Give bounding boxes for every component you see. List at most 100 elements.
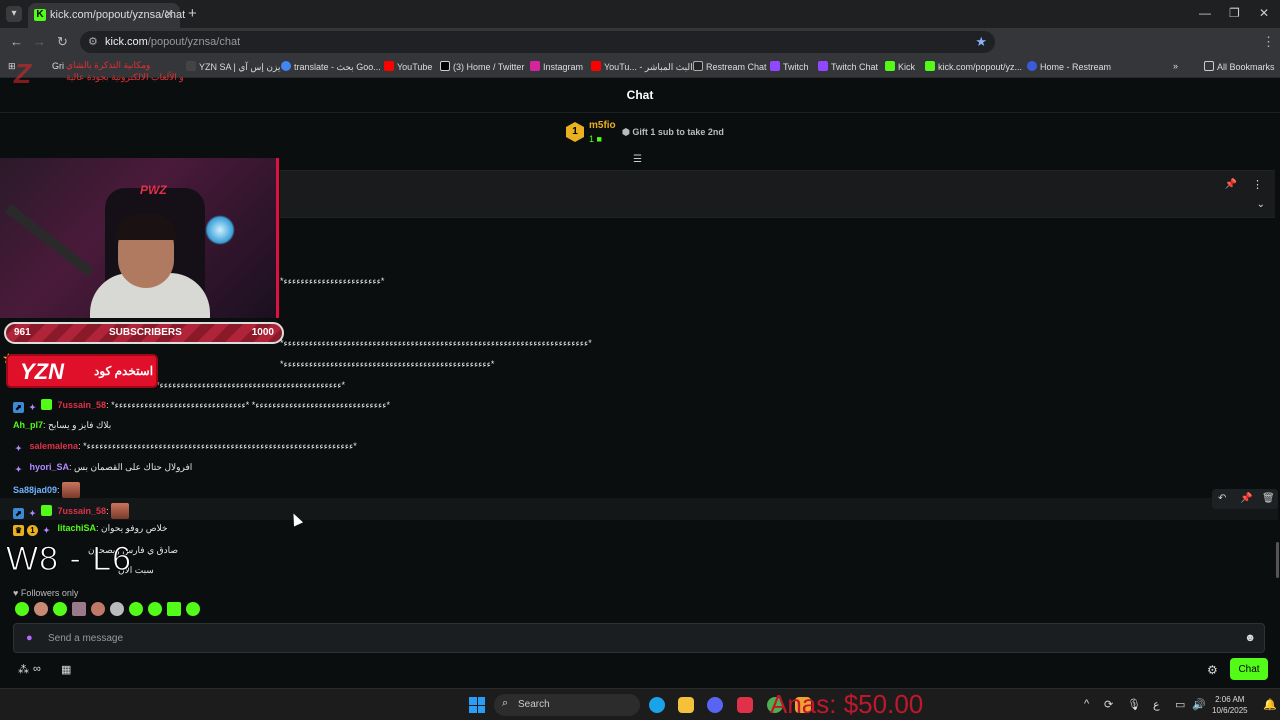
chat-username[interactable]: 7ussain_58 bbox=[58, 506, 107, 516]
settings-gear-icon[interactable]: ⚙ bbox=[1207, 663, 1218, 677]
windows-taskbar: ⌕ Search Anas: $50.00 ^ ⟳ 🎙 ع ▭ 🔊 2:06 A… bbox=[0, 688, 1280, 720]
taskbar-clock[interactable]: 2:06 AM 10/6/2025 bbox=[1212, 694, 1248, 716]
windows-start-icon[interactable] bbox=[469, 697, 485, 713]
bookmark-item[interactable]: Restream Chat bbox=[693, 61, 767, 72]
bookmarks-overflow-icon[interactable]: » bbox=[1173, 61, 1178, 71]
tray-overflow-icon[interactable]: ^ bbox=[1084, 698, 1089, 710]
mic-arm bbox=[4, 204, 94, 277]
bookmark-item[interactable]: translate - بحث Goo... bbox=[281, 61, 381, 73]
new-tab-icon[interactable]: + bbox=[188, 5, 197, 22]
bookmark-item[interactable]: Twitch bbox=[770, 61, 809, 72]
bookmark-item[interactable]: YouTube bbox=[384, 61, 432, 72]
emote-image bbox=[62, 482, 81, 498]
gifter-rank-badge: 1 bbox=[566, 122, 584, 142]
reply-icon[interactable]: ↶ bbox=[1218, 493, 1226, 504]
promo-code-banner: YZN استخدم كود bbox=[8, 356, 156, 386]
message-input[interactable]: ● Send a message ☻ bbox=[13, 623, 1265, 653]
volume-icon[interactable]: 🔊 bbox=[1192, 698, 1206, 711]
chat-username[interactable]: salemalena bbox=[30, 441, 79, 451]
pinned-message[interactable]: 📌 ⋮ ⌄ bbox=[280, 170, 1275, 218]
maximize-icon[interactable]: ❐ bbox=[1229, 6, 1240, 20]
clock-time: 2:06 AM bbox=[1215, 695, 1245, 704]
bookmark-item[interactable]: Instagram bbox=[530, 61, 583, 72]
pin-icon[interactable]: 📌 bbox=[1225, 179, 1237, 190]
instagram-icon bbox=[530, 61, 540, 71]
notification-bell-icon[interactable]: 🔔 bbox=[1263, 698, 1277, 711]
forward-icon[interactable]: → bbox=[33, 34, 46, 49]
emote-button[interactable] bbox=[167, 602, 181, 616]
emoji-icon[interactable]: ☻ bbox=[1244, 632, 1256, 644]
chevron-down-icon[interactable]: ⌄ bbox=[1257, 199, 1265, 210]
chat-message[interactable]: ✦ hyori_SA: افرولال حتاك على القصمان بس bbox=[13, 462, 192, 480]
bookmark-star-icon[interactable]: ★ bbox=[975, 34, 987, 50]
chat-username[interactable]: hyori_SA bbox=[30, 462, 70, 472]
bookmark-item[interactable]: Home - Restream bbox=[1027, 61, 1111, 72]
chat-message[interactable]: ♛ 1 ✦ litachiSA: خلاص روفو يحوان bbox=[13, 523, 168, 541]
chat-message[interactable]: Ah_pl7: بلاك فايز و يسابح bbox=[13, 420, 111, 438]
chat-message[interactable]: ✦ salemalena: *ﺀﺀﺀﺀﺀﺀﺀﺀﺀﺀﺀﺀﺀﺀﺀﺀﺀﺀﺀﺀﺀﺀﺀﺀﺀ… bbox=[13, 441, 357, 459]
promo-header-line: ومكانية التذكرة بالشاي bbox=[66, 60, 151, 70]
network-icon[interactable]: ▭ bbox=[1175, 698, 1185, 711]
reload-icon[interactable]: ↻ bbox=[57, 34, 68, 50]
emote-button[interactable] bbox=[72, 602, 86, 616]
send-chat-button[interactable]: Chat bbox=[1230, 658, 1268, 680]
emote-button[interactable] bbox=[53, 602, 67, 616]
bookmark-item[interactable]: kick.com/popout/yz... bbox=[925, 61, 1022, 72]
tab-search-icon[interactable]: ▾ bbox=[6, 6, 22, 22]
emote-button[interactable] bbox=[15, 602, 29, 616]
emote-button[interactable] bbox=[110, 602, 124, 616]
chat-username[interactable]: Ah_pl7 bbox=[13, 420, 43, 430]
emote-button[interactable] bbox=[34, 602, 48, 616]
delete-icon[interactable]: 🗑 bbox=[1262, 493, 1275, 504]
taskbar-search[interactable]: ⌕ Search bbox=[494, 694, 640, 716]
minimize-icon[interactable]: — bbox=[1199, 6, 1211, 20]
subscriber-badge-icon bbox=[41, 505, 52, 516]
browser-menu-icon[interactable]: ⋮ bbox=[1262, 34, 1275, 50]
window-close-icon[interactable]: ✕ bbox=[1259, 6, 1269, 20]
more-options-icon[interactable]: ⋮ bbox=[1252, 178, 1263, 191]
pin-message-icon[interactable]: 📌 bbox=[1240, 493, 1252, 504]
gift-sub-prompt[interactable]: ⬢ Gift 1 sub to take 2nd bbox=[622, 127, 724, 138]
emote-button[interactable] bbox=[186, 602, 200, 616]
url-input[interactable]: ⚙ kick.com/popout/yznsa/chat ★ bbox=[80, 31, 995, 53]
bookmark-item[interactable]: Kick bbox=[885, 61, 915, 72]
emote-button[interactable] bbox=[91, 602, 105, 616]
collapse-icon[interactable]: ☰ bbox=[633, 154, 642, 165]
gifter-badge-icon: ✦ bbox=[43, 526, 50, 535]
emote-button[interactable] bbox=[148, 602, 162, 616]
ring-light bbox=[205, 215, 235, 245]
discord-icon[interactable] bbox=[707, 697, 723, 713]
tab-close-icon[interactable]: ✕ bbox=[164, 7, 174, 21]
gift-icon: ⬢ bbox=[622, 127, 633, 137]
infinity-icon[interactable]: ∞ bbox=[33, 663, 41, 675]
chat-message[interactable]: Sa88jad09: bbox=[13, 482, 81, 500]
kick-favicon-icon: K bbox=[34, 9, 46, 21]
browser-tab[interactable]: K kick.com/popout/yznsa/chat ✕ bbox=[28, 3, 185, 28]
gift-box-icon[interactable]: ▦ bbox=[61, 663, 71, 676]
chat-message[interactable]: ⬈ ✦ 7ussain_58: *ﺀﺀﺀﺀﺀﺀﺀﺀﺀﺀﺀﺀﺀﺀﺀﺀﺀﺀﺀﺀﺀﺀﺀﺀ… bbox=[13, 399, 390, 417]
chat-message[interactable]: ⬈ ✦ 7ussain_58: bbox=[13, 503, 130, 521]
microphone-icon[interactable]: 🎙 bbox=[1127, 698, 1141, 711]
emote-button[interactable] bbox=[129, 602, 143, 616]
edge-icon[interactable] bbox=[649, 697, 665, 713]
chat-username[interactable]: Sa88jad09 bbox=[13, 485, 57, 495]
win-loss-record: W8 - L6 bbox=[5, 540, 133, 579]
app-icon[interactable] bbox=[737, 697, 753, 713]
chat-username[interactable]: 7ussain_58 bbox=[58, 400, 107, 410]
microphone-icon[interactable]: ● bbox=[26, 632, 33, 644]
bookmark-item[interactable]: YouTu... - البث المباشر bbox=[591, 61, 693, 73]
file-explorer-icon[interactable] bbox=[678, 697, 694, 713]
all-bookmarks[interactable]: All Bookmarks bbox=[1204, 61, 1275, 72]
keyboard-language[interactable]: ع bbox=[1153, 698, 1160, 711]
kick-points-icon[interactable]: ⁂ bbox=[18, 663, 29, 676]
sync-icon[interactable]: ⟳ bbox=[1104, 698, 1113, 711]
bookmark-item[interactable]: Twitch Chat bbox=[818, 61, 878, 72]
chat-username[interactable]: litachiSA bbox=[58, 523, 97, 533]
moderator-badge-icon: ⬈ bbox=[13, 508, 24, 519]
message-separator: : bbox=[57, 485, 60, 495]
bookmark-item[interactable]: (3) Home / Twitter bbox=[440, 61, 524, 72]
site-info-icon[interactable]: ⚙ bbox=[88, 35, 98, 48]
chat-scrollbar[interactable] bbox=[1276, 542, 1279, 578]
bookmark-item[interactable]: YZN SA | يزن إس آي bbox=[186, 61, 280, 73]
back-icon[interactable]: ← bbox=[10, 34, 23, 49]
